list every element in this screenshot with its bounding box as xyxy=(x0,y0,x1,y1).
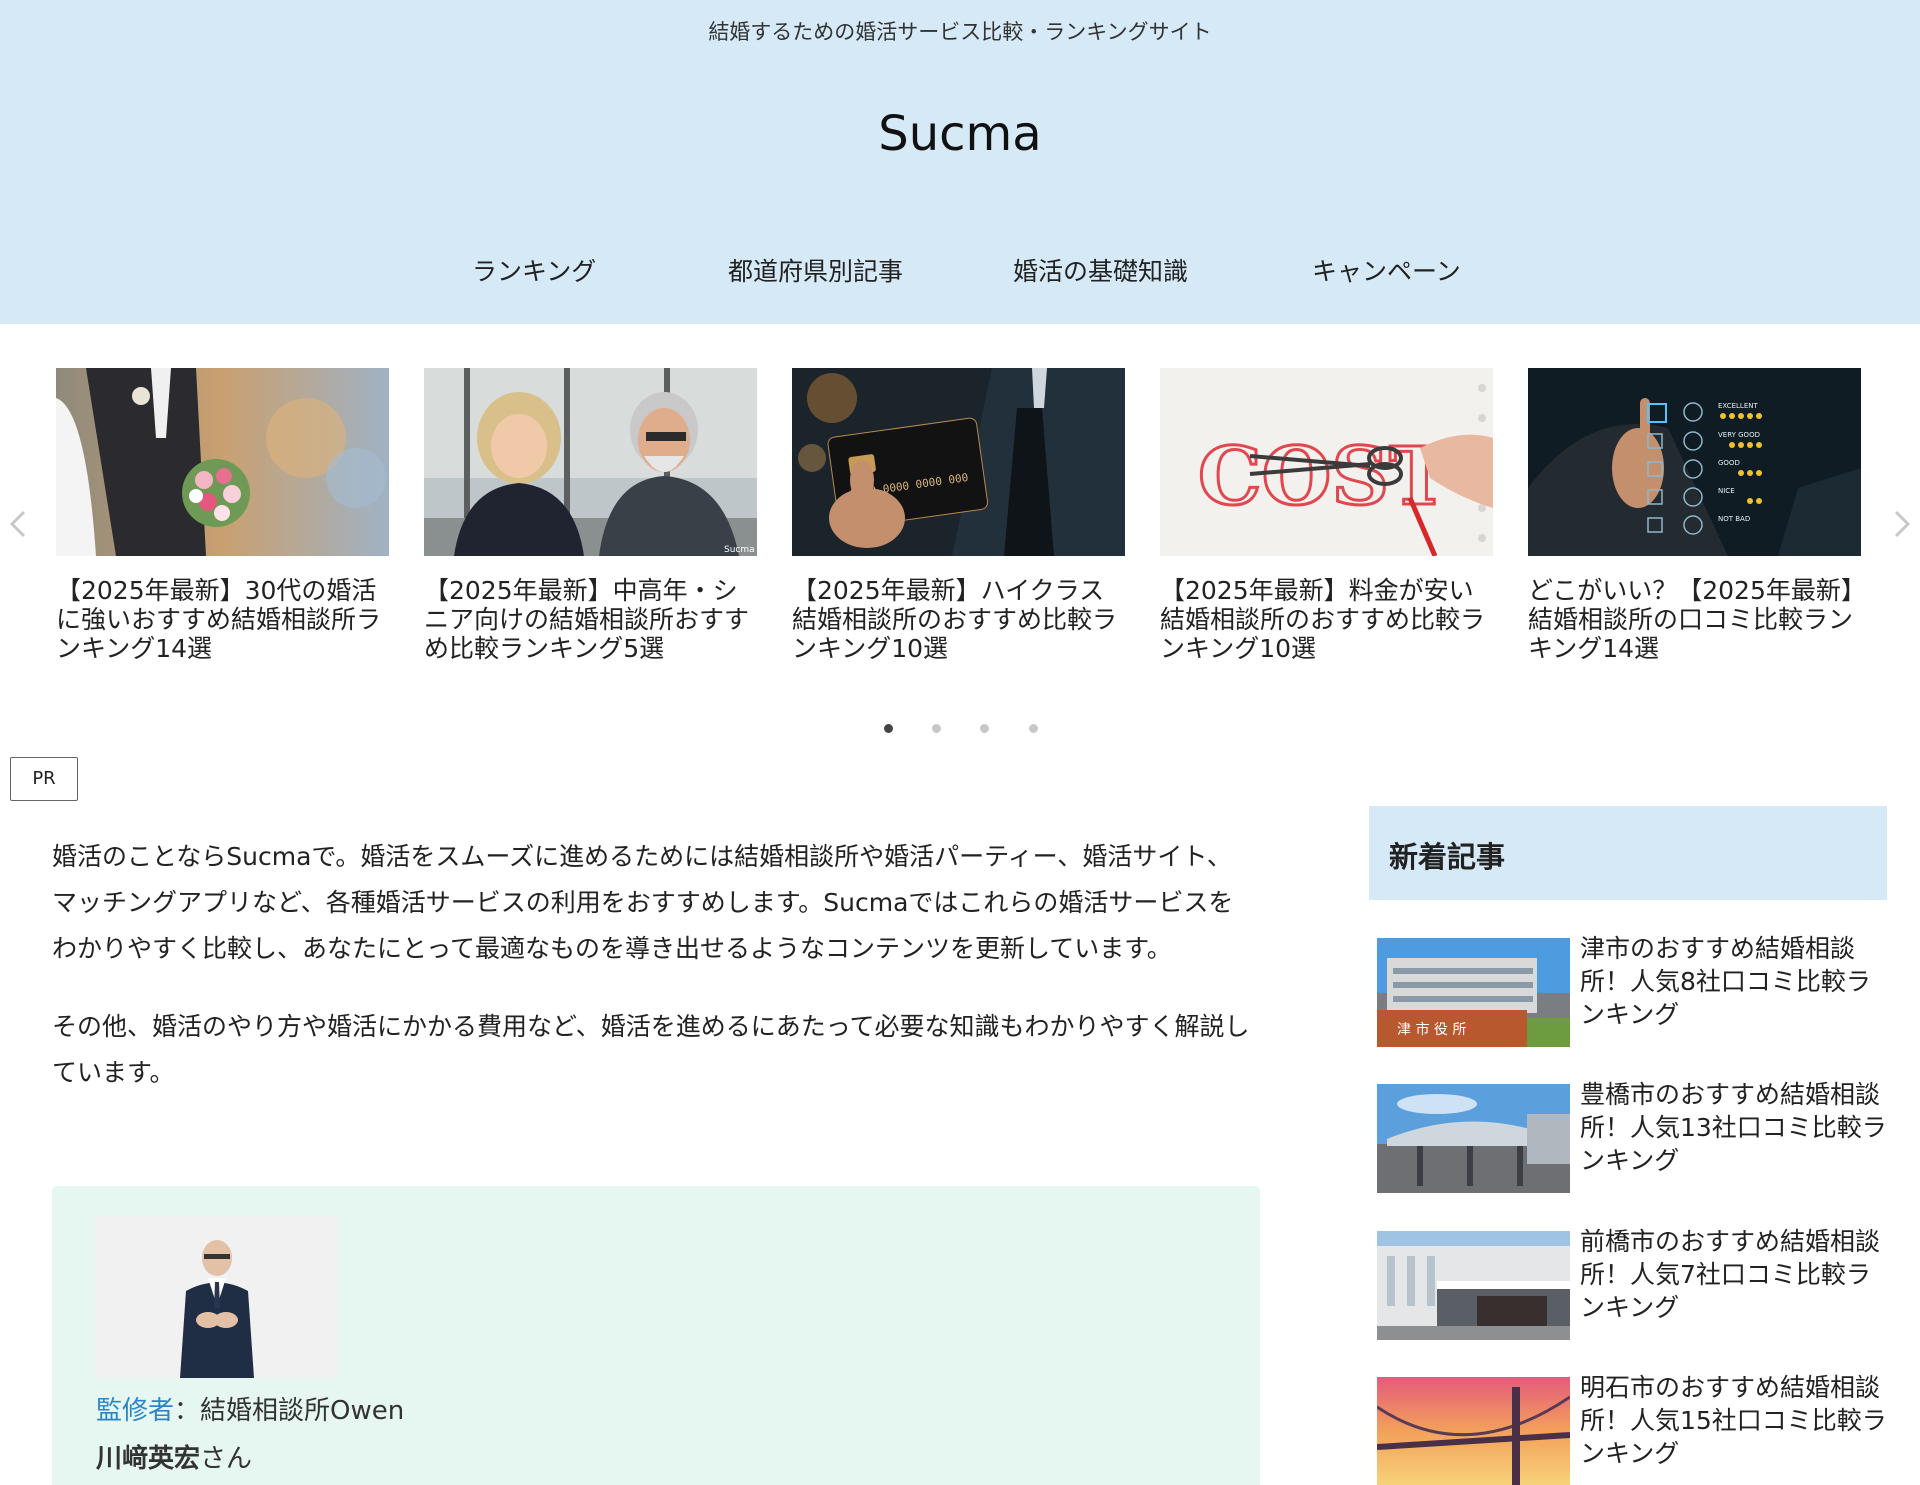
pr-badge: PR xyxy=(10,757,78,801)
city-hall-image: 津 市 役 所 xyxy=(1377,938,1570,1047)
sidebar-article-item[interactable]: 津 市 役 所 津市のおすすめ結婚相談所！人気8社口コミ比較ランキング xyxy=(1377,934,1887,1048)
rating-excellent: EXCELLENT xyxy=(1718,402,1758,410)
supervisor-name: 川﨑英宏 xyxy=(96,1444,201,1474)
station-building-image xyxy=(1377,1231,1570,1340)
carousel-slide[interactable]: EXCELLENT VERY GOOD GOOD NICE NOT BAD どこ… xyxy=(1528,368,1861,663)
supervisor-name-line: 川﨑英宏さん xyxy=(96,1438,252,1475)
sidebar-article-title: 前橋市のおすすめ結婚相談所！人気7社口コミ比較ランキング xyxy=(1580,1227,1881,1322)
intro-text: 婚活のことならSucmaで。婚活をスムーズに進めるためには結婚相談所や婚活パーテ… xyxy=(52,834,1252,1096)
sidebar-article-item[interactable]: 豊橋市のおすすめ結婚相談所！人気13社口コミ比較ランキング xyxy=(1377,1080,1887,1194)
nav-item-ranking[interactable]: ランキング xyxy=(472,252,596,288)
slide-title: どこがいい？【2025年最新】結婚相談所の口コミ比較ランキング14選 xyxy=(1528,576,1854,663)
sidebar-article-title: 明石市のおすすめ結婚相談所！人気15社口コミ比較ランキング xyxy=(1580,1373,1887,1468)
site-tagline: 結婚するための婚活サービス比較・ランキングサイト xyxy=(708,20,1212,44)
rating-not-bad: NOT BAD xyxy=(1718,515,1750,523)
slide-title: 【2025年最新】30代の婚活に強いおすすめ結婚相談所ランキング14選 xyxy=(56,576,382,663)
carousel-dot-4[interactable] xyxy=(1029,724,1038,733)
rating-good: GOOD xyxy=(1718,459,1740,467)
nav-item-campaign[interactable]: キャンペーン xyxy=(1312,252,1461,288)
supervisor-role-label: 監修者 xyxy=(96,1396,175,1426)
supervisor-suffix: さん xyxy=(200,1444,253,1474)
sidebar-article-title: 津市のおすすめ結婚相談所！人気8社口コミ比較ランキング xyxy=(1580,934,1871,1029)
cost-scissors-image: COST xyxy=(1160,368,1493,556)
sucma-watermark: Sucma xyxy=(724,545,755,555)
carousel-dot-1[interactable] xyxy=(884,724,893,733)
sidebar-article-title: 豊橋市のおすすめ結婚相談所！人気13社口コミ比較ランキング xyxy=(1580,1080,1887,1175)
sidebar-article-item[interactable]: 明石市のおすすめ結婚相談所！人気15社口コミ比較ランキング xyxy=(1377,1373,1887,1485)
supervisor-org-line: 監修者：結婚相談所Owen xyxy=(96,1390,404,1427)
intro-paragraph-2: その他、婚活のやり方や婚活にかかる費用など、婚活を進めるにあたって必要な知識もわ… xyxy=(52,1012,1250,1087)
city-hall-sign: 津 市 役 所 xyxy=(1397,1021,1466,1038)
black-card-image: 0000 0000 0000 000 xyxy=(792,368,1125,556)
nav-item-prefecture-articles[interactable]: 都道府県別記事 xyxy=(728,252,903,288)
slide-title: 【2025年最新】料金が安い結婚相談所のおすすめ比較ランキング10選 xyxy=(1160,576,1486,663)
rating-very-good: VERY GOOD xyxy=(1718,431,1760,439)
sidebar-article-item[interactable]: 前橋市のおすすめ結婚相談所！人気7社口コミ比較ランキング xyxy=(1377,1227,1887,1341)
senior-couple-image: Sucma xyxy=(424,368,757,556)
carousel-dot-2[interactable] xyxy=(932,724,941,733)
station-canopy-image xyxy=(1377,1084,1570,1193)
carousel-slide[interactable]: Sucma 【2025年最新】中高年・シニア向けの結婚相談所おすすめ比較ランキン… xyxy=(424,368,757,663)
supervisor-photo xyxy=(96,1216,338,1378)
wedding-bouquet-image xyxy=(56,368,389,556)
carousel-slide[interactable]: 0000 0000 0000 000 【2025年最新】ハイクラス結婚相談所のお… xyxy=(792,368,1125,663)
slide-title: 【2025年最新】中高年・シニア向けの結婚相談所おすすめ比較ランキング5選 xyxy=(424,576,750,663)
site-header: 結婚するための婚活サービス比較・ランキングサイト Sucma ランキング 都道府… xyxy=(0,0,1920,324)
review-rating-image: EXCELLENT VERY GOOD GOOD NICE NOT BAD xyxy=(1528,368,1861,556)
carousel-dot-3[interactable] xyxy=(980,724,989,733)
rating-nice: NICE xyxy=(1718,487,1735,495)
intro-paragraph-1: 婚活のことならSucmaで。婚活をスムーズに進めるためには結婚相談所や婚活パーテ… xyxy=(52,842,1234,963)
supervisor-separator: ： xyxy=(174,1396,201,1426)
main-nav: ランキング 都道府県別記事 婚活の基礎知識 キャンペーン xyxy=(0,252,1920,296)
featured-carousel: 【2025年最新】30代の婚活に強いおすすめ結婚相談所ランキング14選 Sucm… xyxy=(0,324,1920,744)
site-logo[interactable]: Sucma xyxy=(0,106,1920,162)
sidebar-heading-box: 新着記事 xyxy=(1369,806,1887,900)
supervisor-box: 監修者：結婚相談所Owen 川﨑英宏さん xyxy=(52,1186,1260,1485)
bridge-sunset-image xyxy=(1377,1377,1570,1485)
sidebar-heading: 新着記事 xyxy=(1389,840,1506,874)
nav-item-basics[interactable]: 婚活の基礎知識 xyxy=(1013,252,1188,288)
cost-text: COST xyxy=(1198,429,1449,523)
carousel-next-arrow-icon[interactable] xyxy=(1890,504,1914,544)
carousel-prev-arrow-icon[interactable] xyxy=(6,504,30,544)
supervisor-org: 結婚相談所Owen xyxy=(200,1396,405,1426)
carousel-pagination xyxy=(0,724,1920,740)
carousel-slide[interactable]: COST 【2025年最新】料金が安い結婚相談所のおすすめ比較ランキング10選 xyxy=(1160,368,1493,663)
carousel-slide[interactable]: 【2025年最新】30代の婚活に強いおすすめ結婚相談所ランキング14選 xyxy=(56,368,389,663)
slide-title: 【2025年最新】ハイクラス結婚相談所のおすすめ比較ランキング10選 xyxy=(792,576,1118,663)
